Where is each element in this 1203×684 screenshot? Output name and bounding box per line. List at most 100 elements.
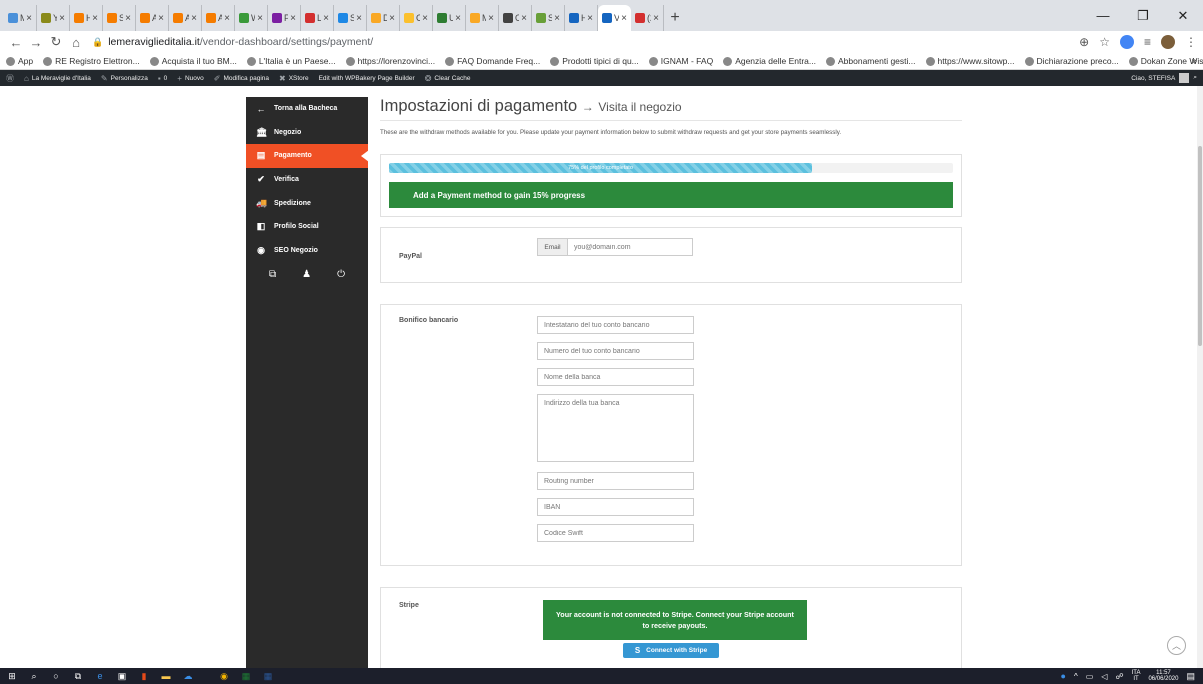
external-link-icon[interactable]: ⧉ (269, 269, 276, 280)
browser-tab[interactable]: Me× (466, 5, 499, 31)
bookmark-item[interactable]: RE Registro Elettron... (43, 56, 140, 66)
sidebar-item[interactable]: ✔ Verifica (246, 168, 368, 192)
star-icon[interactable]: ☆ (1099, 35, 1110, 49)
browser-tab[interactable]: Ulk× (433, 5, 466, 31)
adminbar-customize[interactable]: ✎ Personalizza (101, 74, 148, 83)
bookmark-item[interactable]: https://lorenzovinci... (345, 56, 435, 66)
browser-tab[interactable]: Set× (532, 5, 565, 31)
bank-address-input[interactable] (537, 394, 694, 462)
tab-close-icon[interactable]: × (455, 13, 461, 24)
paypal-email-input[interactable] (567, 238, 693, 256)
browser-tab[interactable]: My× (4, 5, 37, 31)
adminbar-xstore[interactable]: ✖ XStore (279, 74, 309, 83)
chrome-icon[interactable]: ◉ (218, 671, 230, 682)
avatar[interactable] (1179, 73, 1190, 83)
bookmark-item[interactable]: IGNAM - FAQ (648, 56, 713, 66)
zoom-icon[interactable]: ⊕ (1079, 35, 1089, 49)
reading-list-icon[interactable]: ≡ (1144, 35, 1151, 49)
sidebar-item[interactable]: 🏛 Negozio (246, 121, 368, 145)
scrollbar-thumb[interactable] (1198, 146, 1202, 346)
tab-close-icon[interactable]: × (587, 13, 593, 24)
back-icon[interactable]: ← (6, 35, 26, 50)
word-icon[interactable]: ▦ (262, 671, 274, 682)
bookmark-item[interactable]: L'Italia è un Paese... (246, 56, 336, 66)
page-scrollbar[interactable] (1197, 86, 1203, 668)
battery-icon[interactable]: ▭ (1086, 672, 1094, 681)
sidebar-item[interactable]: ← Torna alla Bacheca (246, 97, 368, 121)
tab-close-icon[interactable]: × (389, 13, 395, 24)
adminbar-site[interactable]: ⌂ La Meraviglie d'Italia (24, 74, 91, 83)
tray-chevron-icon[interactable]: ^ (1074, 672, 1078, 681)
routing-number-input[interactable] (537, 472, 694, 490)
volume-icon[interactable]: ◁ (1101, 672, 1107, 681)
network-icon[interactable]: ☍ (1115, 672, 1123, 681)
bookmark-item[interactable]: Agenzia delle Entra... (723, 56, 816, 66)
new-tab-button[interactable]: + (664, 5, 686, 31)
browser-tab[interactable]: Aru× (136, 5, 169, 31)
tab-close-icon[interactable]: × (653, 13, 659, 24)
account-number-input[interactable] (537, 342, 694, 360)
connect-stripe-button[interactable]: S Connect with Stripe (623, 643, 719, 658)
user-icon[interactable]: ♟ (302, 269, 311, 280)
bookmark-item[interactable]: https://www.sitowp... (925, 56, 1015, 66)
tab-close-icon[interactable]: × (422, 13, 428, 24)
reload-icon[interactable]: ↻ (46, 34, 66, 50)
edge-icon[interactable]: e (94, 671, 106, 681)
bookmark-item[interactable]: Dichiarazione preco... (1024, 56, 1119, 66)
browser-tab[interactable]: Hos× (70, 5, 103, 31)
bookmarks-overflow-icon[interactable]: » (1191, 56, 1197, 67)
visit-store-link[interactable]: Visita il negozio (598, 100, 681, 114)
extension-icon[interactable] (1119, 35, 1134, 49)
account-holder-input[interactable] (537, 316, 694, 334)
search-icon[interactable]: ⌕ (28, 671, 40, 682)
browser-tab[interactable]: Pur× (268, 5, 301, 31)
store-icon[interactable]: ▣ (116, 671, 128, 682)
wordpress-icon[interactable]: Ⓦ (6, 73, 14, 84)
bank-name-input[interactable] (537, 368, 694, 386)
bookmark-item[interactable]: Prodotti tipici di qu... (550, 56, 639, 66)
sidebar-item[interactable]: 🚚 Spedizione (246, 191, 368, 215)
browser-tab[interactable]: Lou× (301, 5, 334, 31)
browser-tab[interactable]: Aru× (202, 5, 235, 31)
adminbar-edit-page[interactable]: ✐ Modifica pagina (214, 74, 269, 83)
address-bar[interactable]: 🔒 lemeraviglieditalia.it/vendor-dashboar… (92, 33, 1079, 51)
clock[interactable]: 11:57 06/06/2020 (1148, 670, 1178, 683)
menu-icon[interactable]: ⋮ (1185, 35, 1197, 49)
adminbar-greeting[interactable]: Ciao, STEFISA (1131, 75, 1175, 82)
tab-close-icon[interactable]: × (356, 13, 362, 24)
tab-close-icon[interactable]: × (621, 13, 627, 24)
swift-code-input[interactable] (537, 524, 694, 542)
sidebar-item[interactable]: ◉ SEO Negozio (246, 239, 368, 263)
sidebar-item[interactable]: ▤ Pagamento (246, 144, 369, 168)
browser-tab[interactable]: Hor× (565, 5, 598, 31)
browser-tab[interactable]: (2)× (631, 5, 664, 31)
scroll-to-top-button[interactable]: ︿ (1167, 636, 1186, 655)
sidebar-item[interactable]: ◧ Profilo Social (246, 215, 368, 239)
browser-tab[interactable]: Aru× (169, 5, 202, 31)
tab-close-icon[interactable]: × (59, 13, 65, 24)
bookmark-item[interactable]: App (6, 56, 33, 66)
browser-tab[interactable]: Serv× (103, 5, 136, 31)
browser-tab[interactable]: Dip× (367, 5, 400, 31)
browser-tab[interactable]: Ver× (598, 5, 631, 31)
language-indicator[interactable]: ITA IT (1132, 670, 1141, 683)
tab-close-icon[interactable]: × (125, 13, 131, 24)
tab-close-icon[interactable]: × (158, 13, 164, 24)
windows-start-icon[interactable]: ⊞ (6, 671, 18, 682)
browser-tab[interactable]: Wo× (235, 5, 268, 31)
excel-icon[interactable]: ▦ (240, 671, 252, 682)
adminbar-new[interactable]: + Nuovo (177, 74, 203, 83)
search-icon[interactable]: ⌕ (1193, 74, 1197, 82)
forward-icon[interactable]: → (26, 35, 46, 50)
bookmark-item[interactable]: Acquista il tuo BM... (149, 56, 237, 66)
home-icon[interactable]: ⌂ (66, 35, 86, 50)
explorer-icon[interactable]: ▬ (160, 671, 172, 681)
profile-avatar[interactable] (1161, 35, 1175, 49)
tab-close-icon[interactable]: × (488, 13, 494, 24)
browser-tab[interactable]: YITI× (37, 5, 70, 31)
task-view-icon[interactable]: ⧉ (72, 671, 84, 682)
iban-input[interactable] (537, 498, 694, 516)
tab-close-icon[interactable]: × (554, 13, 560, 24)
office-icon[interactable]: ▮ (138, 671, 150, 682)
cortana-icon[interactable]: ○ (50, 671, 62, 681)
